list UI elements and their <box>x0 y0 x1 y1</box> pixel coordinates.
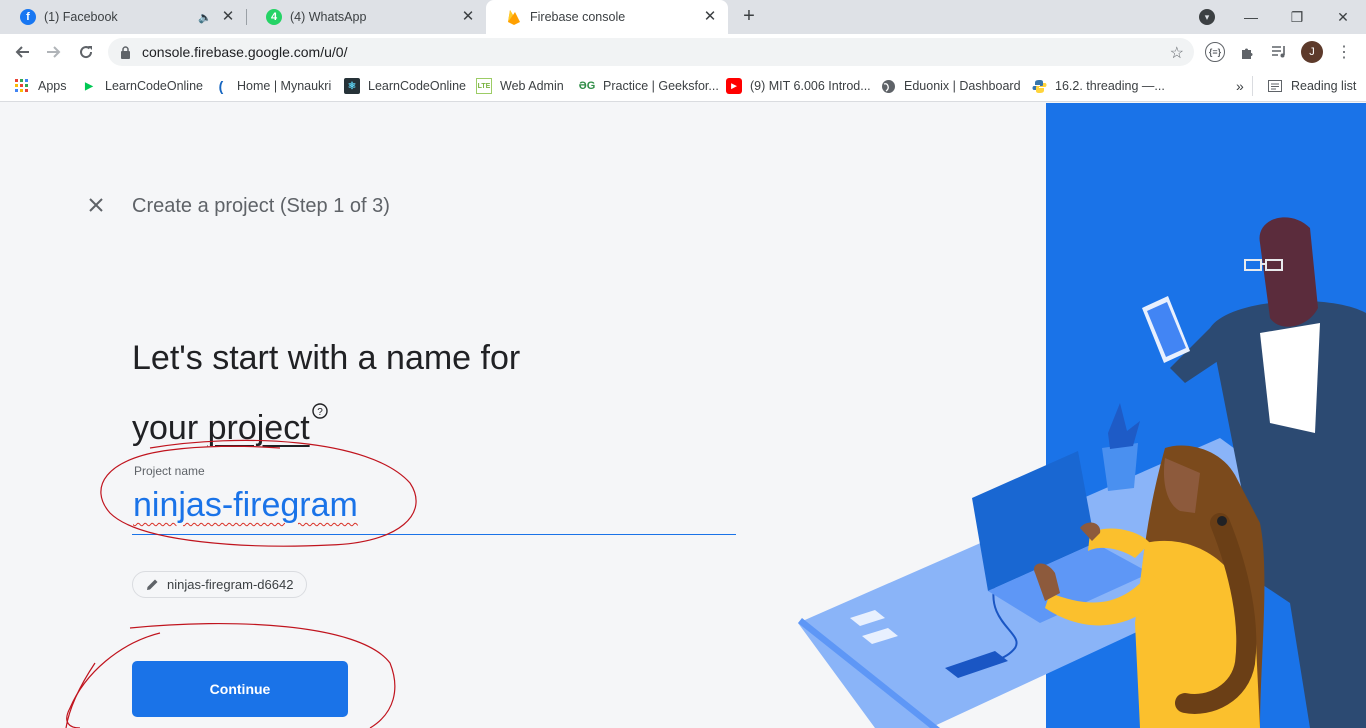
reload-icon[interactable] <box>73 39 99 65</box>
bookmark-learncodeonline-2[interactable]: ⚛ LearnCodeOnline <box>344 76 466 96</box>
help-glyph: ? <box>317 407 323 418</box>
firebase-icon <box>506 9 522 25</box>
globe-icon <box>880 78 896 94</box>
project-name-value: ninjas-firegram <box>133 486 358 524</box>
youtube-icon: ▶ <box>726 78 742 94</box>
forward-arrow-icon[interactable] <box>41 39 67 65</box>
reading-list-label: Reading list <box>1291 79 1357 93</box>
restore-button[interactable]: ❐ <box>1274 0 1320 34</box>
url-text: console.firebase.google.com/u/0/ <box>142 44 348 60</box>
puzzle-extensions-icon[interactable] <box>1237 42 1257 62</box>
project-id-chip[interactable]: ninjas-firegram-d6642 <box>132 571 308 598</box>
help-circle-icon[interactable]: ? <box>311 403 328 423</box>
close-icon[interactable] <box>86 196 106 216</box>
headline-line-2: your project? <box>132 386 652 456</box>
input-underline <box>132 534 736 535</box>
browser-toolbar: console.firebase.google.com/u/0/ ☆ {≡} ⋮ <box>0 34 1366 70</box>
standing-person-neck <box>1280 283 1302 318</box>
plant-leaves <box>1108 403 1140 449</box>
bookmark-star-icon[interactable]: ☆ <box>1170 43 1184 63</box>
close-window-button[interactable]: ✕ <box>1320 0 1366 34</box>
bookmark-label: Web Admin <box>500 79 564 93</box>
bookmark-apps[interactable]: Apps <box>14 76 67 96</box>
workspace-illustration <box>798 217 1366 728</box>
extension-json-icon[interactable]: {≡} <box>1205 42 1225 62</box>
python-icon <box>1031 78 1047 94</box>
bookmark-label: Eduonix | Dashboard <box>904 79 1021 93</box>
tab-title: (1) Facebook <box>44 10 118 24</box>
bookmark-label: Home | Mynaukri <box>237 79 332 93</box>
bookmark-label: Apps <box>38 79 67 93</box>
bookmark-eduonix[interactable]: Eduonix | Dashboard <box>880 76 1021 96</box>
tab-facebook[interactable]: f (1) Facebook 🔈 ✕ <box>0 0 246 34</box>
react-icon: ⚛ <box>344 78 360 94</box>
pencil-icon <box>146 578 160 592</box>
close-tab-icon[interactable]: ✕ <box>702 9 718 25</box>
bookmark-label: LearnCodeOnline <box>368 79 466 93</box>
bookmark-label: LearnCodeOnline <box>105 79 203 93</box>
bookmarks-overflow-chevron[interactable]: » <box>1236 76 1244 96</box>
bookmark-label: (9) MIT 6.006 Introd... <box>750 79 871 93</box>
play-triangle-icon: ▶ <box>85 80 93 92</box>
new-tab-button[interactable]: + <box>738 6 760 28</box>
bookmarks-bar: Apps ▶ LearnCodeOnline ( Home | Mynaukri… <box>0 70 1366 102</box>
reading-list-button[interactable]: Reading list <box>1252 76 1356 96</box>
profile-avatar[interactable]: J <box>1301 41 1323 63</box>
headline: Let's start with a name for your project… <box>132 331 652 456</box>
headline-your: your <box>132 409 208 447</box>
lte-icon: LTE <box>476 78 492 94</box>
bookmark-label: 16.2. threading —... <box>1055 79 1165 93</box>
media-queue-icon[interactable] <box>1269 42 1289 62</box>
tab-search-icon[interactable]: ▾ <box>1199 9 1215 25</box>
bookmark-web-admin[interactable]: LTE Web Admin <box>476 76 564 96</box>
more-menu-icon[interactable]: ⋮ <box>1334 42 1354 62</box>
apps-grid-icon <box>14 78 30 94</box>
mynaukri-icon: ( <box>218 78 224 94</box>
lock-icon[interactable] <box>120 45 132 59</box>
whatsapp-icon: 4 <box>266 9 282 25</box>
continue-button[interactable]: Continue <box>132 661 348 717</box>
geeksforgeeks-icon: ƏG <box>578 80 596 92</box>
close-tab-icon[interactable]: ✕ <box>220 9 236 25</box>
headline-line-1: Let's start with a name for <box>132 339 521 377</box>
hair-tie <box>1217 516 1227 526</box>
page-title: Create a project (Step 1 of 3) <box>132 195 390 217</box>
plant-pot <box>1102 443 1138 491</box>
facebook-icon: f <box>20 9 36 25</box>
bookmark-label: Practice | Geeksfor... <box>603 79 719 93</box>
address-bar[interactable]: console.firebase.google.com/u/0/ ☆ <box>108 38 1194 66</box>
tab-firebase-console[interactable]: Firebase console ✕ <box>486 0 728 34</box>
project-id-text: ninjas-firegram-d6642 <box>167 577 294 592</box>
tab-whatsapp[interactable]: 4 (4) WhatsApp ✕ <box>246 0 486 34</box>
project-name-label: Project name <box>134 464 205 478</box>
bookmark-youtube-mit[interactable]: ▶ (9) MIT 6.006 Introd... <box>726 76 871 96</box>
firebase-create-project-page: Create a project (Step 1 of 3) Let's sta… <box>0 103 1366 728</box>
minimize-button[interactable]: — <box>1228 0 1274 34</box>
project-name-input[interactable]: ninjas-firegram <box>133 486 358 525</box>
bookmark-mynaukri[interactable]: ( Home | Mynaukri <box>213 76 332 96</box>
project-term-link[interactable]: project <box>208 409 310 447</box>
bookmark-geeksforgeeks[interactable]: ƏG Practice | Geeksfor... <box>579 76 719 96</box>
reading-list-icon <box>1267 78 1283 94</box>
tab-strip: f (1) Facebook 🔈 ✕ 4 (4) WhatsApp ✕ Fire… <box>0 0 1366 34</box>
close-tab-icon[interactable]: ✕ <box>460 9 476 25</box>
bookmark-learncodeonline[interactable]: ▶ LearnCodeOnline <box>81 76 203 96</box>
tab-title: Firebase console <box>530 10 626 24</box>
bookmark-python-threading[interactable]: 16.2. threading —... <box>1031 76 1165 96</box>
speaker-icon[interactable]: 🔈 <box>198 11 212 24</box>
tab-title: (4) WhatsApp <box>290 10 367 24</box>
back-arrow-icon[interactable] <box>9 39 35 65</box>
